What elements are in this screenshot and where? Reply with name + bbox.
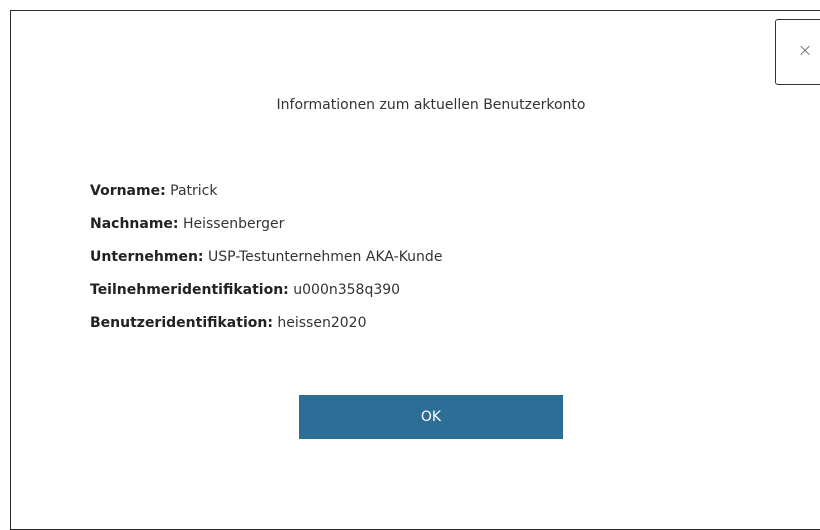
field-label: Nachname: (90, 216, 179, 232)
field-value: Patrick (170, 183, 218, 199)
field-label: Teilnehmeridentifikation: (90, 282, 289, 298)
ok-button[interactable]: OK (299, 395, 563, 439)
field-company: Unternehmen: USP-Testunternehmen AKA-Kun… (90, 247, 442, 280)
field-label: Unternehmen: (90, 249, 204, 265)
field-user-id: Benutzeridentifikation: heissen2020 (90, 313, 442, 346)
field-value: Heissenberger (182, 216, 285, 232)
field-participant-id: Teilnehmeridentifikation: u000n358q390 (90, 280, 442, 313)
dialog-title: Informationen zum aktuellen Benutzerkont… (276, 97, 586, 113)
close-button[interactable]: × (775, 19, 820, 85)
field-first-name: Vorname: Patrick (90, 181, 442, 214)
field-last-name: Nachname: Heissenberger (90, 214, 442, 247)
account-info-dialog: × Informationen zum aktuellen Benutzerko… (10, 10, 820, 530)
field-value: u000n358q390 (293, 282, 401, 298)
field-value: USP-Testunternehmen AKA-Kunde (207, 249, 443, 265)
account-info-list: Vorname: Patrick Nachname: Heissenberger… (90, 181, 442, 346)
close-icon: × (797, 40, 813, 61)
field-label: Vorname: (90, 183, 166, 199)
field-label: Benutzeridentifikation: (90, 315, 273, 331)
field-value: heissen2020 (277, 315, 367, 331)
